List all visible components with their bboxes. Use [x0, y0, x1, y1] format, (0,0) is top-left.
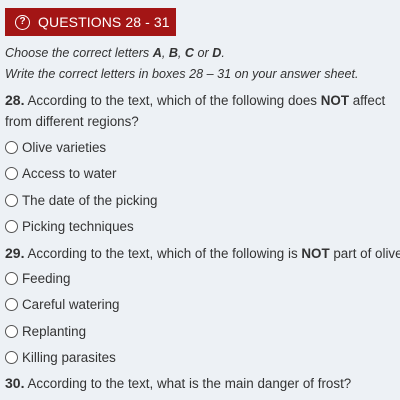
option-29-careful-watering[interactable]: Careful watering — [5, 294, 120, 314]
letter-c: C — [184, 46, 195, 60]
option-28-access-to-water[interactable]: Access to water — [5, 163, 117, 183]
radio-button[interactable] — [5, 219, 18, 233]
radio-button[interactable] — [5, 324, 18, 338]
question-emphasis: NOT — [301, 246, 330, 261]
letter-a: A — [152, 46, 162, 60]
question-emphasis: NOT — [320, 93, 349, 108]
option-29-feeding[interactable]: Feeding — [5, 268, 70, 288]
option-28-picking-techniques[interactable]: Picking techniques — [5, 216, 134, 236]
instructions-line-1: Choose the correct letters A, B, C or D. — [5, 46, 225, 60]
question-28-text: 28. According to the text, which of the … — [5, 92, 386, 108]
radio-button[interactable] — [5, 193, 18, 207]
questions-header: ? QUESTIONS 28 - 31 — [5, 8, 176, 36]
letter-b: B — [168, 46, 178, 60]
option-label: Feeding — [22, 270, 71, 286]
option-label: Olive varieties — [22, 139, 107, 155]
radio-button[interactable] — [5, 297, 18, 311]
option-label: Careful watering — [22, 296, 120, 312]
option-29-replanting[interactable]: Replanting — [5, 321, 86, 341]
questions-header-title: QUESTIONS 28 - 31 — [38, 14, 170, 30]
question-28-continuation: from different regions? — [5, 114, 139, 129]
option-label: Replanting — [22, 323, 87, 339]
radio-button[interactable] — [5, 271, 18, 285]
radio-button[interactable] — [5, 350, 18, 364]
question-circle-icon: ? — [15, 14, 30, 30]
question-30-text: 30. According to the text, what is the m… — [5, 375, 352, 391]
option-label: Picking techniques — [22, 218, 134, 234]
instructions-line-2: Write the correct letters in boxes 28 – … — [5, 67, 359, 81]
question-number: 28. — [5, 92, 25, 108]
option-label: Killing parasites — [22, 349, 116, 365]
radio-button[interactable] — [5, 140, 18, 154]
letter-d: D — [212, 46, 222, 60]
instructions: Choose the correct letters A, B, C or D.… — [5, 43, 400, 85]
question-number: 30. — [5, 375, 25, 391]
option-label: Access to water — [22, 165, 117, 181]
option-29-killing-parasites[interactable]: Killing parasites — [5, 347, 116, 367]
option-label: The date of the picking — [22, 192, 158, 208]
option-28-date-of-picking[interactable]: The date of the picking — [5, 190, 157, 210]
question-number: 29. — [5, 245, 25, 261]
question-29-text: 29. According to the text, which of the … — [5, 245, 400, 261]
option-28-olive-varieties[interactable]: Olive varieties — [5, 137, 106, 157]
radio-button[interactable] — [5, 166, 18, 180]
